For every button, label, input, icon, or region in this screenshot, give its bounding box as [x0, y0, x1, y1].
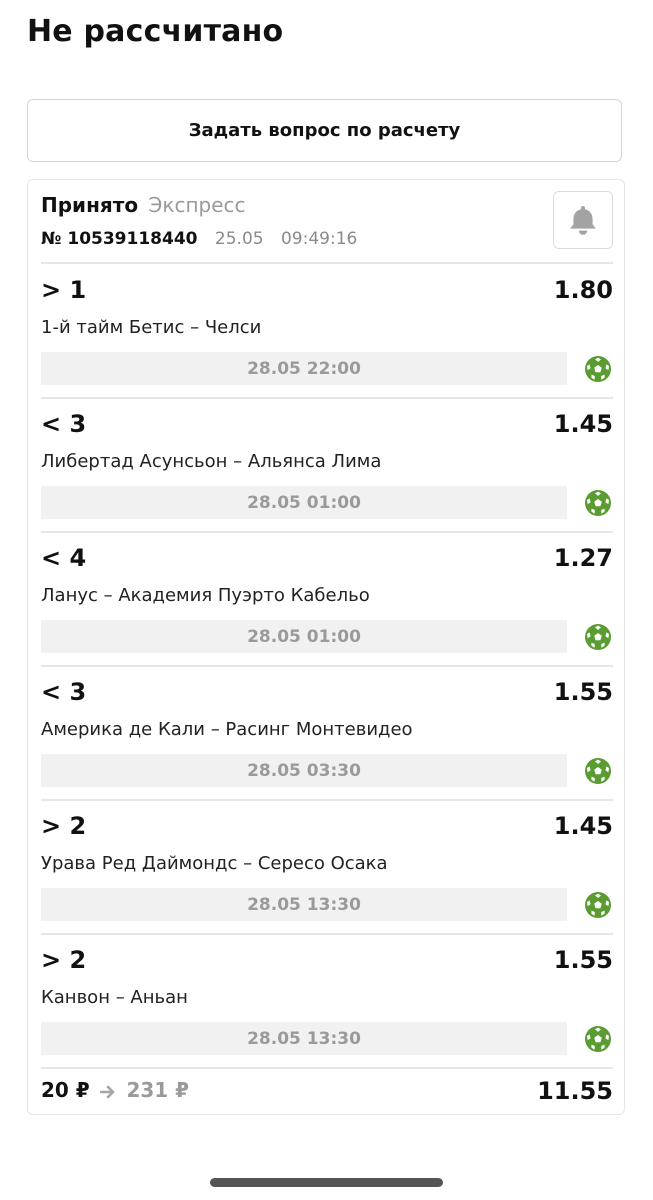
bet-header: Принято Экспресс № 10539118440 25.05 09:…: [41, 180, 613, 262]
bet-leg[interactable]: > 2 1.45 Урава Ред Даймондс – Сересо Осака…: [41, 800, 613, 933]
leg-odds: 1.55: [553, 678, 613, 706]
leg-start-time: 28.05 03:30: [41, 754, 567, 787]
bet-date: 25.05: [214, 229, 264, 249]
soccer-ball-icon: [584, 757, 612, 785]
leg-selection: > 2: [41, 812, 87, 840]
leg-event: Канвон – Аньан: [41, 987, 188, 1008]
leg-start-time: 28.05 22:00: [41, 352, 567, 385]
leg-event: Ланус – Академия Пуэрто Кабельо: [41, 585, 370, 606]
bet-status-line: Принято Экспресс: [41, 192, 246, 218]
bet-leg[interactable]: > 1 1.80 1-й тайм Бетис – Челси 28.05 22:00: [41, 264, 613, 397]
leg-odds: 1.27: [553, 544, 613, 572]
bet-status: Принято: [41, 193, 139, 217]
leg-selection: < 3: [41, 410, 87, 438]
bet-leg[interactable]: < 3 1.45 Либертад Асунсьон – Альянса Лима 2…: [41, 398, 613, 531]
bet-type: Экспресс: [148, 193, 246, 217]
notify-bell-button[interactable]: [553, 191, 613, 249]
bet-leg[interactable]: < 4 1.27 Ланус – Академия Пуэрто Кабельо 28…: [41, 532, 613, 665]
soccer-ball-icon: [584, 355, 612, 383]
leg-selection: < 4: [41, 544, 87, 572]
leg-selection: > 2: [41, 946, 87, 974]
leg-start-time: 28.05 13:30: [41, 1022, 567, 1055]
bet-card: Принято Экспресс № 10539118440 25.05 09:…: [27, 179, 625, 1115]
bet-leg[interactable]: < 3 1.55 Америка де Кали – Расинг Монтевид…: [41, 666, 613, 799]
total-odds: 11.55: [537, 1077, 613, 1105]
bet-number: № 10539118440: [41, 229, 198, 249]
leg-selection: < 3: [41, 678, 87, 706]
leg-odds: 1.45: [553, 812, 613, 840]
page-title: Не рассчитано: [27, 14, 284, 49]
ask-settlement-question-button[interactable]: Задать вопрос по расчету: [27, 99, 622, 162]
soccer-ball-icon: [584, 623, 612, 651]
leg-selection: > 1: [41, 276, 87, 304]
bet-meta: № 10539118440 25.05 09:49:16: [41, 228, 357, 250]
soccer-ball-icon: [584, 489, 612, 517]
leg-start-time: 28.05 13:30: [41, 888, 567, 921]
leg-event: Либертад Асунсьон – Альянса Лима: [41, 451, 382, 472]
home-indicator[interactable]: [210, 1178, 443, 1187]
stake-amount: 20 ₽: [41, 1078, 90, 1102]
leg-event: 1-й тайм Бетис – Челси: [41, 317, 262, 338]
leg-odds: 1.55: [553, 946, 613, 974]
leg-event: Урава Ред Даймондс – Сересо Осака: [41, 853, 388, 874]
leg-start-time: 28.05 01:00: [41, 486, 567, 519]
potential-payout: 231 ₽: [126, 1078, 190, 1102]
bell-icon: [570, 206, 596, 235]
stake-payout: 20 ₽ 231 ₽: [41, 1077, 189, 1103]
soccer-ball-icon: [584, 891, 612, 919]
bet-footer: 20 ₽ 231 ₽ 11.55: [41, 1065, 613, 1113]
bet-leg[interactable]: > 2 1.55 Канвон – Аньан 28.05 13:30: [41, 934, 613, 1067]
soccer-ball-icon: [584, 1025, 612, 1053]
bet-time: 09:49:16: [280, 229, 358, 249]
leg-event: Америка де Кали – Расинг Монтевидео: [41, 719, 413, 740]
leg-start-time: 28.05 01:00: [41, 620, 567, 653]
leg-odds: 1.80: [553, 276, 613, 304]
arrow-right-icon: [100, 1085, 115, 1098]
leg-odds: 1.45: [553, 410, 613, 438]
